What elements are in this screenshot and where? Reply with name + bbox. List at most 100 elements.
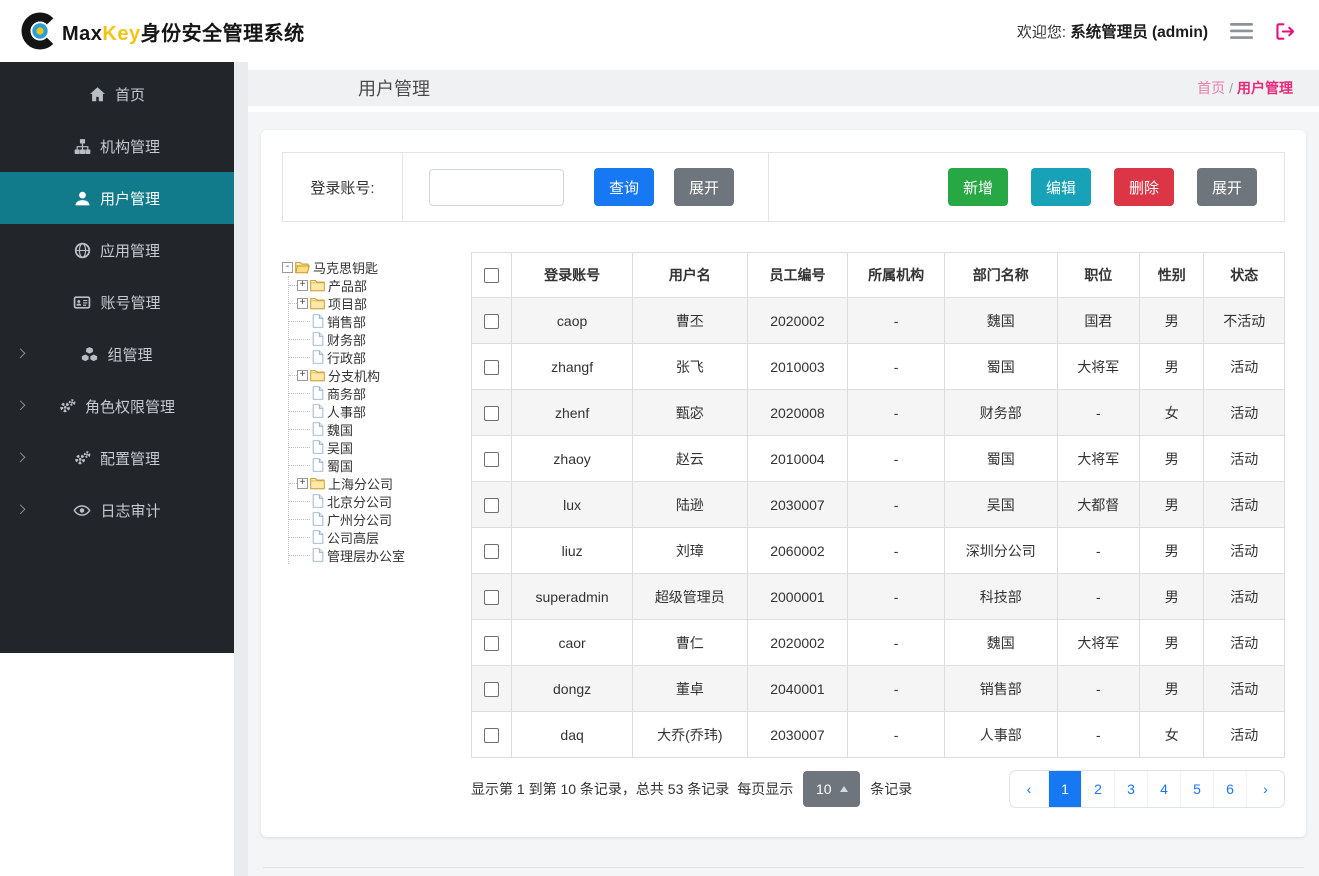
table-row[interactable]: zhenf 甄宓 2020008- 财务部 - 女活动 xyxy=(470,389,1285,436)
page-3[interactable]: 3 xyxy=(1114,771,1147,807)
sidebar-item-account-mgmt[interactable]: 账号管理 xyxy=(0,276,234,328)
row-checkbox[interactable] xyxy=(484,497,500,513)
tree-node[interactable]: 管理层办公室 xyxy=(289,546,471,564)
cell: caor xyxy=(511,619,633,666)
org-tree: 马克思钥匙产品部项目部销售部财务部行政部分支机构商务部人事部魏国吴国蜀国上海分公… xyxy=(282,252,471,564)
expand-search-button[interactable]: 展开 xyxy=(674,168,735,206)
tree-node[interactable]: 魏国 xyxy=(289,420,471,438)
page-size-dropdown[interactable]: 10 xyxy=(803,771,861,807)
file-icon xyxy=(312,458,324,472)
cell: superadmin xyxy=(511,573,633,620)
sidebar-item-home[interactable]: 首页 xyxy=(0,68,234,120)
cell: - xyxy=(1056,711,1141,758)
add-button[interactable]: 新增 xyxy=(947,168,1008,206)
table-row[interactable]: superadmin 超级管理员 2000001- 科技部 - 男活动 xyxy=(470,573,1285,620)
globe-icon xyxy=(74,242,91,259)
tree-node[interactable]: 广州分公司 xyxy=(289,510,471,528)
row-checkbox[interactable] xyxy=(484,635,500,651)
logout-icon[interactable] xyxy=(1276,22,1295,40)
tree-node[interactable]: 商务部 xyxy=(289,384,471,402)
tree-node-label: 上海分公司 xyxy=(328,476,394,492)
edit-button[interactable]: 编辑 xyxy=(1030,168,1091,206)
page-next[interactable]: › xyxy=(1246,771,1284,807)
cell: 2040001 xyxy=(746,665,849,712)
folder-icon xyxy=(310,369,325,382)
tree-node[interactable]: 吴国 xyxy=(289,438,471,456)
tree-node[interactable]: 人事部 xyxy=(289,402,471,420)
tree-node[interactable]: 分支机构 xyxy=(289,366,471,384)
cell: lux xyxy=(511,481,633,528)
query-button[interactable]: 查询 xyxy=(594,168,655,206)
gears-icon xyxy=(74,450,91,467)
sidebar-item-label: 用户管理 xyxy=(99,190,160,208)
row-checkbox[interactable] xyxy=(484,543,500,559)
row-checkbox[interactable] xyxy=(484,727,500,743)
expand-toolbar-button[interactable]: 展开 xyxy=(1196,168,1257,206)
delete-button[interactable]: 删除 xyxy=(1113,168,1174,206)
page-6[interactable]: 6 xyxy=(1213,771,1246,807)
tree-children: 产品部项目部销售部财务部行政部分支机构商务部人事部魏国吴国蜀国上海分公司北京分公… xyxy=(288,276,471,564)
menu-toggle-icon[interactable] xyxy=(1230,21,1254,41)
table-row[interactable]: dongz 董卓 2040001- 销售部 - 男活动 xyxy=(470,665,1285,712)
tree-node[interactable]: 财务部 xyxy=(289,330,471,348)
row-checkbox[interactable] xyxy=(484,313,500,329)
tree-node[interactable]: 公司高层 xyxy=(289,528,471,546)
cell: liuz xyxy=(511,527,633,574)
cell: - xyxy=(847,711,945,758)
sidebar-item-label: 配置管理 xyxy=(99,450,160,468)
table-row[interactable]: caor 曹仁 2020002- 魏国 大将军男活动 xyxy=(470,619,1285,666)
tree-node[interactable]: 行政部 xyxy=(289,348,471,366)
page-5[interactable]: 5 xyxy=(1180,771,1213,807)
sidebar-item-config-mgmt[interactable]: 配置管理 xyxy=(0,432,234,484)
page-prev[interactable]: ‹ xyxy=(1010,771,1048,807)
file-icon xyxy=(312,314,324,328)
page-1[interactable]: 1 xyxy=(1048,771,1081,807)
tree-node[interactable]: 北京分公司 xyxy=(289,492,471,510)
row-checkbox[interactable] xyxy=(484,405,500,421)
table-row[interactable]: liuz 刘璋 2060002- 深圳分公司 - 男活动 xyxy=(470,527,1285,574)
sidebar-item-user-mgmt[interactable]: 用户管理 xyxy=(0,172,234,224)
tree-node[interactable]: 产品部 xyxy=(289,276,471,294)
tree-node[interactable]: 销售部 xyxy=(289,312,471,330)
main-panel: 登录账号: 查询 展开 新增 编辑 删除 展开 马克思钥匙产品部项 xyxy=(248,112,1319,876)
cell: 曹仁 xyxy=(631,619,748,666)
page-size-value: 10 xyxy=(815,781,832,797)
table-row[interactable]: zhaoy 赵云 2010004- 蜀国 大将军男活动 xyxy=(470,435,1285,482)
folder-open-icon xyxy=(295,261,310,274)
table-row[interactable]: zhangf 张飞 2010003- 蜀国 大将军男活动 xyxy=(470,343,1285,390)
tree-node[interactable]: 上海分公司 xyxy=(289,474,471,492)
sidebar-item-label: 应用管理 xyxy=(99,242,160,260)
row-select-cell xyxy=(470,573,513,620)
row-checkbox[interactable] xyxy=(484,451,500,467)
cell: 活动 xyxy=(1203,619,1285,666)
breadcrumb-home-link[interactable]: 首页 xyxy=(1197,80,1225,96)
row-checkbox[interactable] xyxy=(484,359,500,375)
tree-node-label: 魏国 xyxy=(327,422,354,438)
tree-toggle-icon[interactable] xyxy=(297,477,308,489)
sidebar-item-app-mgmt[interactable]: 应用管理 xyxy=(0,224,234,276)
sidebar-item-org-mgmt[interactable]: 机构管理 xyxy=(0,120,234,172)
tree-toggle-icon[interactable] xyxy=(297,297,308,309)
row-checkbox[interactable] xyxy=(484,681,500,697)
table-row[interactable]: caop 曹丕 2020002- 魏国 国君男不活动 xyxy=(470,297,1285,344)
search-input[interactable] xyxy=(429,168,564,206)
tree-toggle-icon[interactable] xyxy=(297,279,308,291)
tree-toggle-icon[interactable] xyxy=(282,261,293,273)
select-all-checkbox[interactable] xyxy=(484,268,500,284)
table-row[interactable]: daq 大乔(乔玮) 2030007- 人事部 - 女活动 xyxy=(470,711,1285,758)
page-2[interactable]: 2 xyxy=(1081,771,1114,807)
tree-node[interactable]: 项目部 xyxy=(289,294,471,312)
chevron-right-icon xyxy=(15,348,26,359)
sidebar-item-role-perm[interactable]: 角色权限管理 xyxy=(0,380,234,432)
tree-node-label: 管理层办公室 xyxy=(327,548,406,564)
app-logo[interactable]: MaxKey身份安全管理系统 xyxy=(20,11,305,51)
page-4[interactable]: 4 xyxy=(1147,771,1180,807)
table-row[interactable]: lux 陆逊 2030007- 吴国 大都督男活动 xyxy=(470,481,1285,528)
tree-node[interactable]: 蜀国 xyxy=(289,456,471,474)
sidebar-item-group-mgmt[interactable]: 组管理 xyxy=(0,328,234,380)
tree-node[interactable]: 马克思钥匙 xyxy=(282,258,471,276)
row-checkbox[interactable] xyxy=(484,589,500,605)
breadcrumb: 首页 / 用户管理 xyxy=(1197,78,1293,98)
sidebar-item-audit-log[interactable]: 日志审计 xyxy=(0,484,234,536)
tree-toggle-icon[interactable] xyxy=(297,369,308,381)
